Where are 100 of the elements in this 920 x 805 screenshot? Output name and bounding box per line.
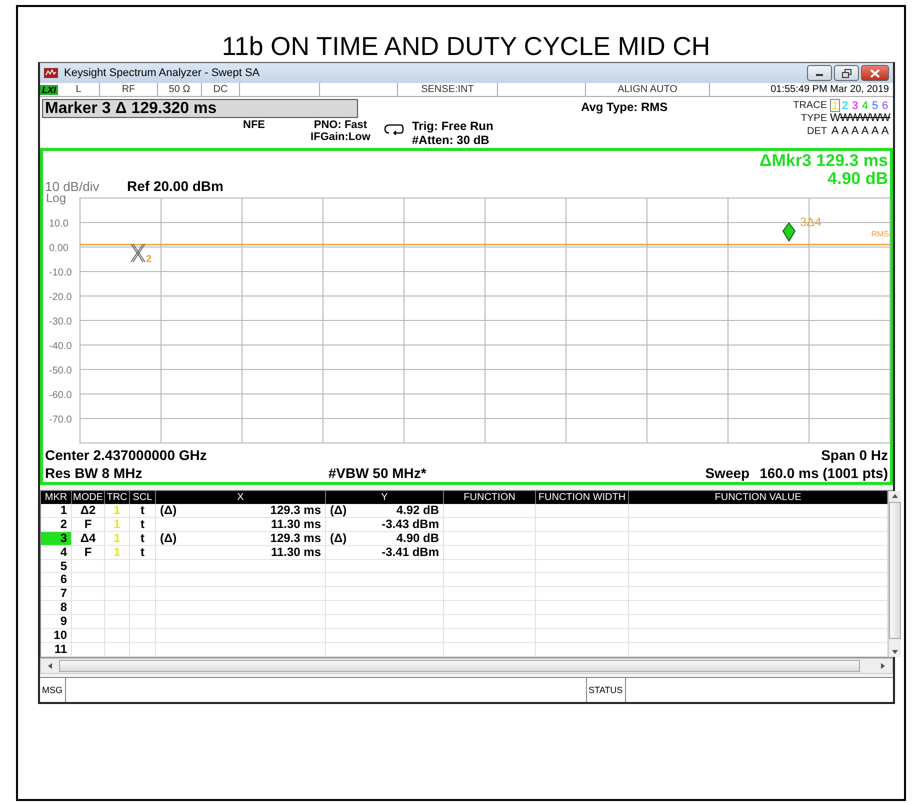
close-icon <box>870 68 880 78</box>
axis-label: -30.0 <box>49 316 72 328</box>
window-title: Keysight Spectrum Analyzer - Swept SA <box>64 67 260 79</box>
table-cell: Δ4 <box>80 530 96 545</box>
marker-label: 2 <box>146 254 152 265</box>
scale-label: 10 dB/div <box>44 179 100 194</box>
trace-number[interactable]: 3 <box>850 99 860 112</box>
minimize-button[interactable] <box>807 65 832 81</box>
marker-number-cell[interactable]: 11 <box>41 642 72 656</box>
trace-detector: A <box>840 125 850 138</box>
column-header: FUNCTION <box>444 491 536 504</box>
axis-label: -40.0 <box>49 341 72 352</box>
table-cell: (Δ) <box>160 532 177 545</box>
marker-label: 3Δ4 <box>800 215 822 229</box>
avg-type-label: Avg Type: RMS <box>581 100 668 114</box>
trace-number[interactable]: 5 <box>870 99 880 112</box>
column-header: MKR <box>41 491 72 504</box>
restore-icon <box>842 68 852 78</box>
marker-number-cell[interactable]: 1 <box>41 504 72 517</box>
vertical-scrollbar[interactable] <box>888 491 901 657</box>
trace-type: W <box>830 112 840 125</box>
marker-cross-icon[interactable] <box>130 244 146 262</box>
status-cell: DC <box>202 83 240 96</box>
column-header: X <box>156 491 326 504</box>
vbw-label: #VBW 50 MHz* <box>327 464 428 482</box>
scroll-right-icon[interactable] <box>880 662 886 670</box>
marker-number-cell[interactable]: 3 <box>41 532 72 545</box>
marker-number-cell[interactable]: 5 <box>41 560 72 572</box>
table-cell: 4.90 dB <box>396 532 439 545</box>
status-cell: SENSE:INT <box>398 83 498 96</box>
trace-label: RMS <box>871 230 889 239</box>
table-cell: 11.30 ms <box>270 546 321 559</box>
trace-detector: A <box>850 125 860 138</box>
trace-type: W <box>880 112 890 125</box>
horizontal-scrollbar[interactable] <box>40 658 893 674</box>
delta-marker-readout: ΔMkr3 129.3 ms <box>760 152 888 170</box>
marker-number-cell[interactable]: 6 <box>41 573 72 586</box>
column-header: TRC <box>105 491 130 504</box>
column-header: Y <box>326 491 444 504</box>
axis-label: -10.0 <box>49 268 72 278</box>
axis-label: 10.0 <box>49 218 68 230</box>
table-cell: -3.43 dBm <box>382 518 439 531</box>
table-cell: t <box>140 516 144 531</box>
sweep-value: 160.0 ms (1001 pts) <box>760 464 888 482</box>
marker-number-cell[interactable]: 7 <box>41 587 72 600</box>
column-header: SCL <box>130 491 156 504</box>
table-cell: t <box>140 530 144 545</box>
span-label: Span 0 Hz <box>821 446 888 464</box>
ifgain-label: IFGain:Low <box>310 131 370 143</box>
sweep-label: Sweep <box>705 464 750 482</box>
pno-label: PNO: Fast <box>314 119 368 131</box>
trace-panel-label: DET <box>807 125 827 138</box>
table-cell: 1 <box>114 503 120 517</box>
scroll-down-icon[interactable] <box>891 648 899 655</box>
status-cell: RF <box>100 83 158 96</box>
scale-type-label: Log <box>45 192 66 202</box>
trigger-icon <box>384 123 404 135</box>
axis-label: -50.0 <box>49 366 72 376</box>
table-cell: (Δ) <box>330 532 347 545</box>
marker-number-cell[interactable]: 9 <box>41 615 72 628</box>
table-cell: Δ2 <box>80 503 96 517</box>
trace-detector: A <box>870 125 880 138</box>
table-cell: 1 <box>114 544 120 559</box>
app-icon <box>44 68 58 78</box>
table-cell: -3.41 dBm <box>382 546 439 559</box>
marker-number-cell[interactable]: 2 <box>41 518 72 531</box>
column-header: MODE <box>72 491 105 504</box>
marker-number-cell[interactable]: 4 <box>41 546 72 559</box>
axis-label: -20.0 <box>49 292 72 303</box>
trace-detector: A <box>880 125 890 138</box>
table-cell: 1 <box>114 530 120 545</box>
table-cell: t <box>140 503 144 517</box>
trace-type: W <box>870 112 880 125</box>
status-cell: L <box>58 83 100 96</box>
scroll-left-icon[interactable] <box>47 662 53 670</box>
marker-number-cell[interactable]: 8 <box>41 601 72 614</box>
table-cell: t <box>140 544 144 559</box>
close-button[interactable] <box>861 65 889 81</box>
res-bw-label: Res BW 8 MHz <box>45 464 144 482</box>
trigger-label: Trig: Free Run <box>412 119 494 133</box>
axis-label: 0.00 <box>49 243 68 254</box>
column-header: FUNCTION WIDTH <box>536 491 629 504</box>
reference-level: Ref 20.00 dBm <box>127 178 224 194</box>
marker-diamond-icon[interactable] <box>782 222 796 242</box>
restore-button[interactable] <box>834 65 859 81</box>
marker-readout[interactable]: Marker 3 Δ 129.320 ms <box>42 99 358 118</box>
table-cell: F <box>84 516 92 531</box>
trace-number[interactable]: 6 <box>880 99 890 112</box>
table-cell: (Δ) <box>330 504 347 517</box>
delta-value-readout: 4.90 dB <box>828 170 888 188</box>
status-label: STATUS <box>586 678 626 702</box>
document-title: 11b ON TIME AND DUTY CYCLE MID CH <box>220 30 712 62</box>
table-cell: 129.3 ms <box>270 532 321 545</box>
axis-label: -60.0 <box>49 390 72 401</box>
trace-panel-label: TRACE <box>793 99 827 112</box>
trace-type: W <box>850 112 860 125</box>
lxi-logo: LXI <box>40 84 58 94</box>
scroll-up-icon[interactable] <box>891 493 899 499</box>
atten-label: #Atten: 30 dB <box>412 133 490 147</box>
marker-number-cell[interactable]: 10 <box>41 629 72 642</box>
